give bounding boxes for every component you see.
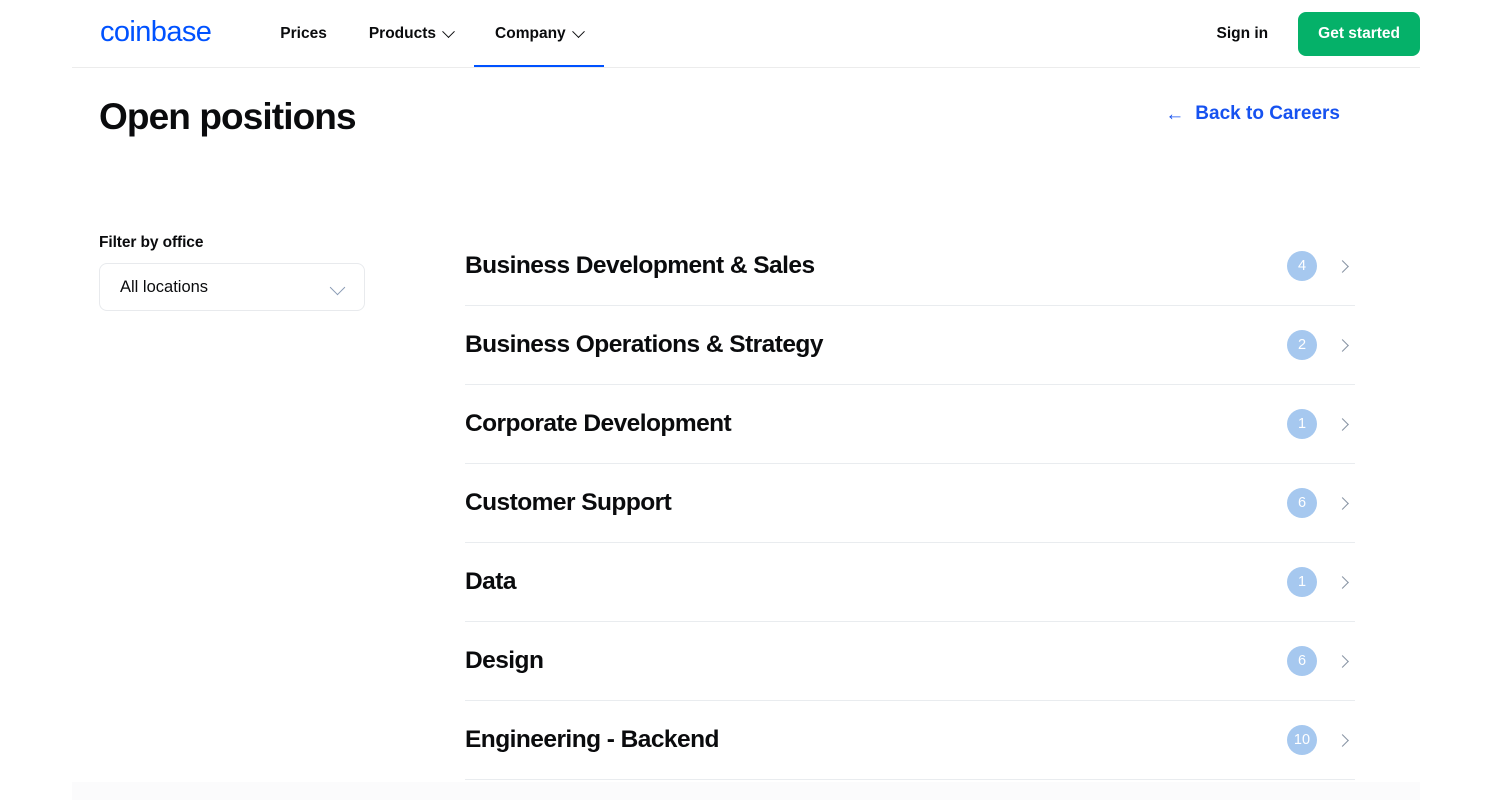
page-title: Open positions: [99, 96, 357, 137]
nav-item-company[interactable]: Company: [474, 0, 604, 68]
site-header: coinbase Prices Products Company Sign in…: [0, 0, 1500, 68]
job-row-meta: 10: [1287, 725, 1355, 755]
job-category-name: Data: [465, 568, 516, 595]
coinbase-logo[interactable]: coinbase: [100, 18, 212, 50]
chevron-right-icon: [1336, 733, 1349, 747]
job-category-name: Engineering - Backend: [465, 726, 719, 753]
horizontal-scrollbar[interactable]: [72, 782, 1420, 800]
job-count-badge: 10: [1287, 725, 1317, 755]
job-category-list: Business Development & Sales 4 Business …: [465, 234, 1500, 780]
chevron-down-icon: [571, 24, 585, 38]
job-category-name: Business Development & Sales: [465, 252, 815, 279]
nav-item-products[interactable]: Products: [348, 0, 474, 68]
page-content: Filter by office All locations Business …: [0, 168, 1500, 780]
office-filter-select[interactable]: All locations: [99, 263, 365, 311]
filter-sidebar: Filter by office All locations: [0, 234, 465, 780]
header-content: coinbase Prices Products Company Sign in…: [72, 0, 1420, 68]
get-started-button[interactable]: Get started: [1298, 12, 1420, 56]
chevron-right-icon: [1336, 496, 1349, 510]
job-category-row[interactable]: Corporate Development 1: [465, 385, 1355, 464]
nav-label-products: Products: [368, 25, 437, 42]
job-category-row[interactable]: Design 6: [465, 622, 1355, 701]
job-count-badge: 1: [1287, 567, 1317, 597]
job-row-meta: 6: [1287, 488, 1355, 518]
job-count-badge: 1: [1287, 409, 1317, 439]
job-category-name: Design: [465, 647, 544, 674]
job-count-badge: 6: [1287, 488, 1317, 518]
job-category-row[interactable]: Engineering - Backend 10: [465, 701, 1355, 780]
office-filter-value: All locations: [120, 277, 209, 296]
header-actions: Sign in Get started: [1206, 12, 1420, 56]
job-category-row[interactable]: Business Operations & Strategy 2: [465, 306, 1355, 385]
chevron-down-icon: [329, 279, 346, 296]
nav-label-company: Company: [495, 25, 566, 42]
filter-by-office-label: Filter by office: [99, 234, 204, 251]
page-header: Open positions ← Back to Careers: [0, 68, 1500, 168]
chevron-right-icon: [1336, 259, 1349, 273]
job-row-meta: 6: [1287, 646, 1355, 676]
job-category-name: Customer Support: [465, 489, 672, 516]
job-row-meta: 4: [1287, 251, 1355, 281]
nav-item-prices[interactable]: Prices: [259, 0, 348, 68]
job-row-meta: 1: [1287, 409, 1355, 439]
chevron-right-icon: [1336, 338, 1349, 352]
chevron-down-icon: [442, 24, 455, 38]
back-to-careers-label: Back to Careers: [1195, 103, 1340, 124]
sign-in-link[interactable]: Sign in: [1206, 17, 1278, 51]
job-count-badge: 6: [1287, 646, 1317, 676]
chevron-right-icon: [1336, 654, 1349, 668]
job-count-badge: 2: [1287, 330, 1317, 360]
nav-label-prices: Prices: [280, 25, 327, 42]
chevron-right-icon: [1336, 417, 1349, 431]
job-category-name: Business Operations & Strategy: [465, 331, 823, 358]
arrow-left-icon: ←: [1165, 103, 1185, 125]
job-category-row[interactable]: Customer Support 6: [465, 464, 1355, 543]
job-category-row[interactable]: Data 1: [465, 543, 1355, 622]
job-category-row[interactable]: Business Development & Sales 4: [465, 227, 1355, 306]
chevron-right-icon: [1336, 575, 1349, 589]
job-row-meta: 1: [1287, 567, 1355, 597]
job-count-badge: 4: [1287, 251, 1317, 281]
job-category-name: Corporate Development: [465, 410, 732, 437]
job-row-meta: 2: [1287, 330, 1355, 360]
back-to-careers-link[interactable]: ← Back to Careers: [1165, 103, 1340, 125]
main-navigation: Prices Products Company: [259, 0, 604, 68]
